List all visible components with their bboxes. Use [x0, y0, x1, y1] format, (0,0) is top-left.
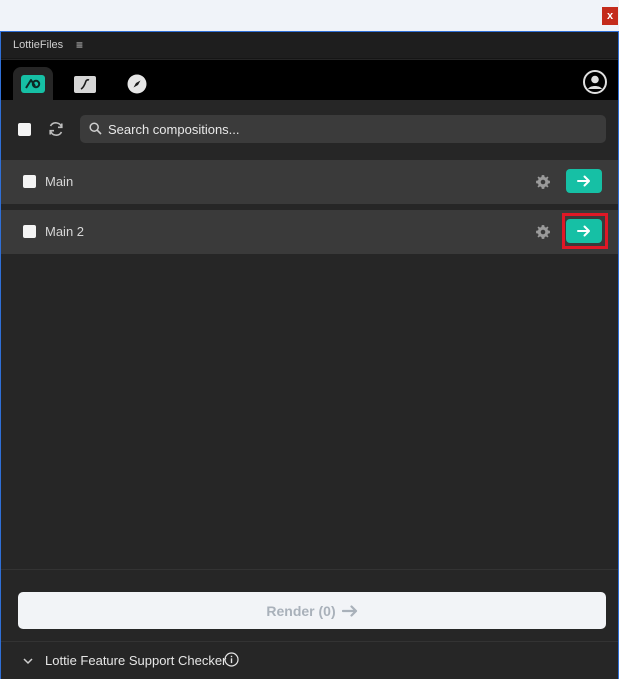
panel-title: LottieFiles	[13, 39, 64, 51]
feature-checker-section[interactable]: Lottie Feature Support Checker	[1, 643, 618, 679]
chevron-down-icon[interactable]	[22, 655, 34, 667]
composition-row: Main	[1, 160, 618, 204]
feature-checker-label: Lottie Feature Support Checker	[45, 653, 227, 668]
user-avatar-icon[interactable]	[583, 70, 607, 94]
search-icon	[89, 122, 102, 135]
composition-row: Main 2	[1, 210, 618, 254]
gear-icon[interactable]	[535, 174, 551, 190]
search-bar	[80, 115, 606, 143]
select-all-checkbox[interactable]	[18, 123, 31, 136]
highlight-box	[562, 213, 608, 249]
open-composition-button[interactable]	[566, 169, 602, 193]
composition-label: Main	[45, 174, 74, 189]
tab-bar	[1, 60, 618, 101]
search-input[interactable]	[108, 115, 598, 143]
info-icon[interactable]	[224, 652, 239, 667]
compass-icon	[127, 74, 147, 94]
composition-checkbox[interactable]	[23, 175, 36, 188]
arrow-right-icon	[341, 604, 357, 617]
composition-checkbox[interactable]	[23, 225, 36, 238]
divider	[1, 641, 618, 642]
lottie-icon	[21, 75, 45, 93]
render-label: Render (0)	[266, 602, 336, 619]
tab-compositions[interactable]	[13, 67, 53, 101]
panel-titlebar: LottieFiles ≡	[1, 32, 618, 59]
panel-menu-icon[interactable]: ≡	[76, 38, 83, 52]
composition-label: Main 2	[45, 224, 85, 239]
close-button[interactable]: x	[602, 7, 618, 25]
tab-discover[interactable]	[117, 67, 157, 101]
arrow-right-icon	[577, 175, 590, 187]
divider	[1, 569, 618, 570]
folder-icon	[74, 75, 96, 93]
tab-files[interactable]	[65, 67, 105, 101]
composition-toolbar	[1, 100, 618, 160]
outer-window-bar: x	[0, 0, 619, 31]
refresh-icon[interactable]	[47, 120, 65, 138]
lottiefiles-panel: LottieFiles ≡ Search compositions... Mai…	[0, 31, 619, 679]
render-button[interactable]: Render (0)	[18, 592, 606, 629]
gear-icon[interactable]	[535, 224, 551, 240]
